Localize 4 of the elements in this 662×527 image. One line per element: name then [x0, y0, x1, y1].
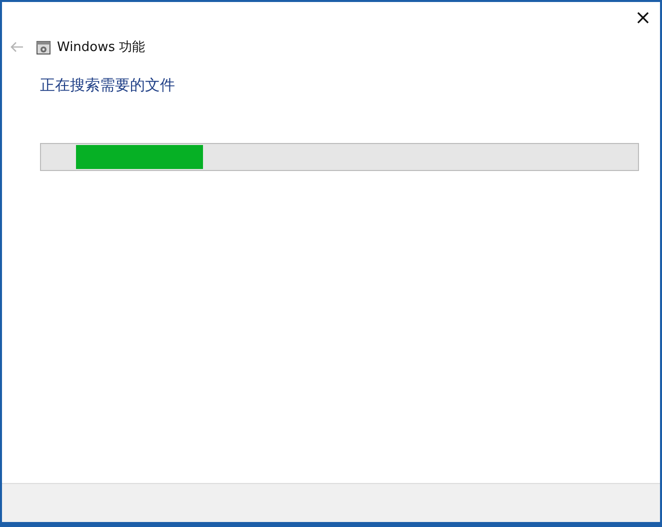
close-button[interactable]: × [626, 2, 660, 32]
status-heading: 正在搜索需要的文件 [40, 76, 176, 95]
window-title: Windows 功能 [57, 39, 146, 56]
window-app-icon [36, 40, 51, 54]
